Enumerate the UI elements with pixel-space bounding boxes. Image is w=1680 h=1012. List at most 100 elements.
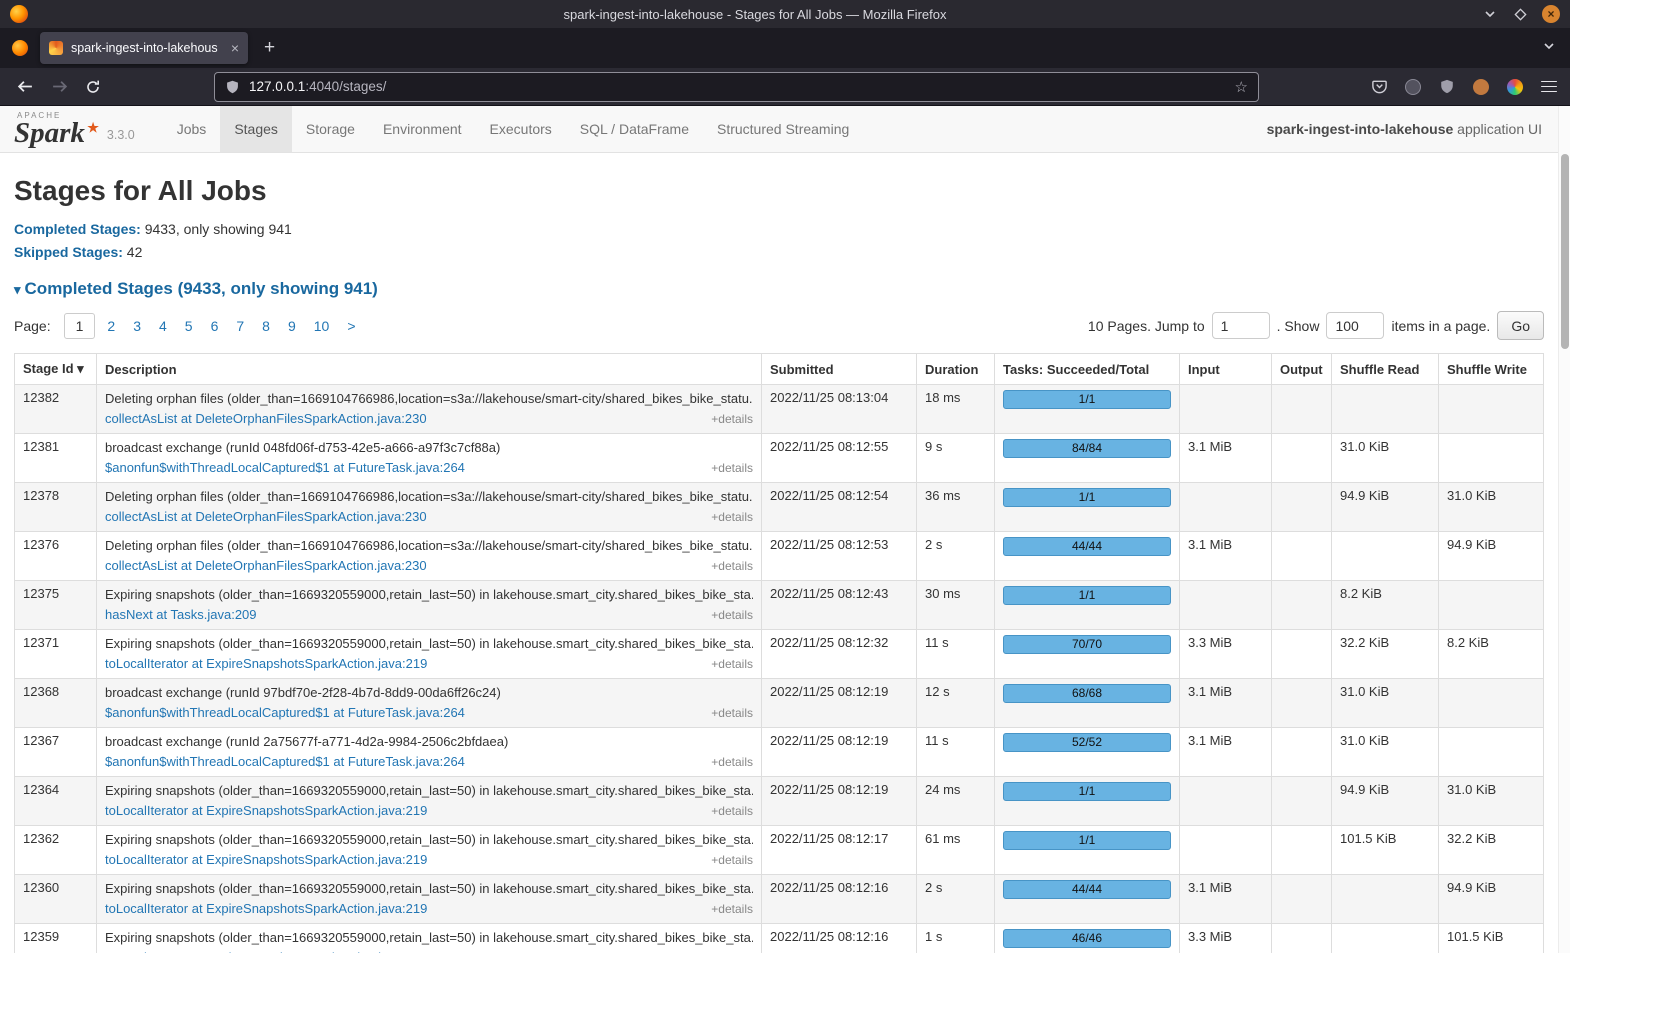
page-link-1[interactable]: 1 <box>64 313 96 339</box>
shield-icon[interactable] <box>225 79 240 95</box>
bookmark-star-icon[interactable]: ☆ <box>1235 78 1248 96</box>
task-progress-bar: 44/44 <box>1003 880 1171 899</box>
shuffle-write-cell <box>1439 679 1544 728</box>
submitted-cell: 2022/11/25 08:12:17 <box>762 826 917 875</box>
firefox-view-button[interactable] <box>10 38 30 58</box>
column-header-2[interactable]: Submitted <box>762 354 917 385</box>
details-toggle[interactable]: +details <box>711 508 753 526</box>
stage-callsite-link[interactable]: toLocalIterator at ExpireSnapshotsSparkA… <box>105 655 427 673</box>
page-scrollbar[interactable] <box>1558 106 1570 953</box>
close-icon[interactable]: × <box>1542 5 1560 23</box>
page-size-input[interactable] <box>1326 312 1384 339</box>
page-link-8[interactable]: 8 <box>253 314 279 338</box>
tasks-cell: 46/46 <box>995 924 1180 954</box>
column-header-6[interactable]: Output <box>1272 354 1332 385</box>
scrollbar-thumb[interactable] <box>1561 154 1569 349</box>
details-toggle[interactable]: +details <box>711 557 753 575</box>
details-toggle[interactable]: +details <box>711 753 753 771</box>
nav-executors[interactable]: Executors <box>476 106 566 152</box>
column-header-8[interactable]: Shuffle Write <box>1439 354 1544 385</box>
url-bar[interactable]: 127.0.0.1:4040/stages/ ☆ <box>214 72 1259 102</box>
page-link-10[interactable]: 10 <box>305 314 339 338</box>
completed-stages-link[interactable]: Completed Stages: <box>14 221 141 237</box>
details-toggle[interactable]: +details <box>711 655 753 673</box>
stage-callsite-link[interactable]: toLocalIterator at ExpireSnapshotsSparkA… <box>105 949 427 953</box>
page-link-3[interactable]: 3 <box>124 314 150 338</box>
input-cell <box>1180 777 1272 826</box>
stage-callsite-link[interactable]: hasNext at Tasks.java:209 <box>105 606 257 624</box>
extension-shield-icon[interactable] <box>1438 78 1456 96</box>
stage-callsite-link[interactable]: $anonfun$withThreadLocalCaptured$1 at Fu… <box>105 753 465 771</box>
url-text[interactable]: 127.0.0.1:4040/stages/ <box>249 79 1226 94</box>
browser-viewport: APACHE Spark★ 3.3.0 JobsStagesStorageEnv… <box>0 106 1570 953</box>
stage-callsite-link[interactable]: $anonfun$withThreadLocalCaptured$1 at Fu… <box>105 459 465 477</box>
new-tab-button[interactable]: + <box>258 37 281 59</box>
duration-cell: 11 s <box>917 630 995 679</box>
nav-jobs[interactable]: Jobs <box>163 106 221 152</box>
stage-callsite-link[interactable]: toLocalIterator at ExpireSnapshotsSparkA… <box>105 802 427 820</box>
description-cell: broadcast exchange (runId 2a75677f-a771-… <box>97 728 762 777</box>
reload-icon[interactable] <box>80 74 106 100</box>
details-toggle[interactable]: +details <box>711 704 753 722</box>
page-next-link[interactable]: > <box>338 314 364 338</box>
completed-stages-section-header[interactable]: ▾Completed Stages (9433, only showing 94… <box>14 279 1544 299</box>
details-toggle[interactable]: +details <box>711 851 753 869</box>
skipped-stages-link[interactable]: Skipped Stages: <box>14 244 123 260</box>
extension-icon-1[interactable] <box>1404 78 1422 96</box>
menu-icon[interactable] <box>1540 78 1558 96</box>
column-header-5[interactable]: Input <box>1180 354 1272 385</box>
jump-to-input[interactable] <box>1212 312 1270 339</box>
pocket-icon[interactable] <box>1370 78 1388 96</box>
tab-close-icon[interactable]: × <box>231 40 239 56</box>
stage-id-cell: 12375 <box>15 581 97 630</box>
skipped-stages-summary: Skipped Stages: 42 <box>14 242 1544 262</box>
nav-storage[interactable]: Storage <box>292 106 369 152</box>
stage-callsite-link[interactable]: collectAsList at DeleteOrphanFilesSparkA… <box>105 508 427 526</box>
shuffle-read-cell: 31.0 KiB <box>1332 728 1439 777</box>
input-cell <box>1180 581 1272 630</box>
minimize-icon[interactable] <box>1482 6 1498 22</box>
forward-icon[interactable] <box>46 74 72 100</box>
shuffle-write-cell <box>1439 385 1544 434</box>
details-toggle[interactable]: +details <box>711 410 753 428</box>
nav-environment[interactable]: Environment <box>369 106 476 152</box>
page-link-5[interactable]: 5 <box>176 314 202 338</box>
nav-sql-dataframe[interactable]: SQL / DataFrame <box>566 106 703 152</box>
application-label: spark-ingest-into-lakehouse application … <box>1267 106 1558 152</box>
stage-description: broadcast exchange (runId 048fd06f-d753-… <box>105 439 753 457</box>
stage-callsite-link[interactable]: collectAsList at DeleteOrphanFilesSparkA… <box>105 410 427 428</box>
column-header-3[interactable]: Duration <box>917 354 995 385</box>
list-all-tabs-icon[interactable] <box>1542 39 1556 58</box>
page-link-9[interactable]: 9 <box>279 314 305 338</box>
stage-callsite-link[interactable]: $anonfun$withThreadLocalCaptured$1 at Fu… <box>105 704 465 722</box>
details-toggle[interactable]: +details <box>711 900 753 918</box>
maximize-icon[interactable] <box>1512 6 1528 22</box>
details-toggle[interactable]: +details <box>711 802 753 820</box>
stage-callsite-link[interactable]: toLocalIterator at ExpireSnapshotsSparkA… <box>105 851 427 869</box>
go-button[interactable]: Go <box>1497 311 1544 340</box>
back-icon[interactable] <box>12 74 38 100</box>
output-cell <box>1272 434 1332 483</box>
details-toggle[interactable]: +details <box>711 606 753 624</box>
tab-spark-ui[interactable]: spark-ingest-into-lakehous × <box>40 32 248 64</box>
extension-icon-3[interactable] <box>1506 78 1524 96</box>
page-link-2[interactable]: 2 <box>98 314 124 338</box>
details-toggle[interactable]: +details <box>711 949 753 953</box>
page-link-4[interactable]: 4 <box>150 314 176 338</box>
column-header-7[interactable]: Shuffle Read <box>1332 354 1439 385</box>
details-toggle[interactable]: +details <box>711 459 753 477</box>
extension-icon-2[interactable] <box>1472 78 1490 96</box>
column-header-4[interactable]: Tasks: Succeeded/Total <box>995 354 1180 385</box>
page-link-6[interactable]: 6 <box>202 314 228 338</box>
spark-logo[interactable]: APACHE Spark★ 3.3.0 <box>0 106 145 152</box>
stage-callsite-link[interactable]: toLocalIterator at ExpireSnapshotsSparkA… <box>105 900 427 918</box>
page-link-7[interactable]: 7 <box>227 314 253 338</box>
shuffle-write-cell <box>1439 581 1544 630</box>
nav-stages[interactable]: Stages <box>220 106 292 152</box>
nav-structured-streaming[interactable]: Structured Streaming <box>703 106 863 152</box>
column-header-1[interactable]: Description <box>97 354 762 385</box>
duration-cell: 11 s <box>917 728 995 777</box>
stage-callsite-link[interactable]: collectAsList at DeleteOrphanFilesSparkA… <box>105 557 427 575</box>
column-header-0[interactable]: Stage Id ▾ <box>15 354 97 385</box>
tasks-cell: 44/44 <box>995 532 1180 581</box>
